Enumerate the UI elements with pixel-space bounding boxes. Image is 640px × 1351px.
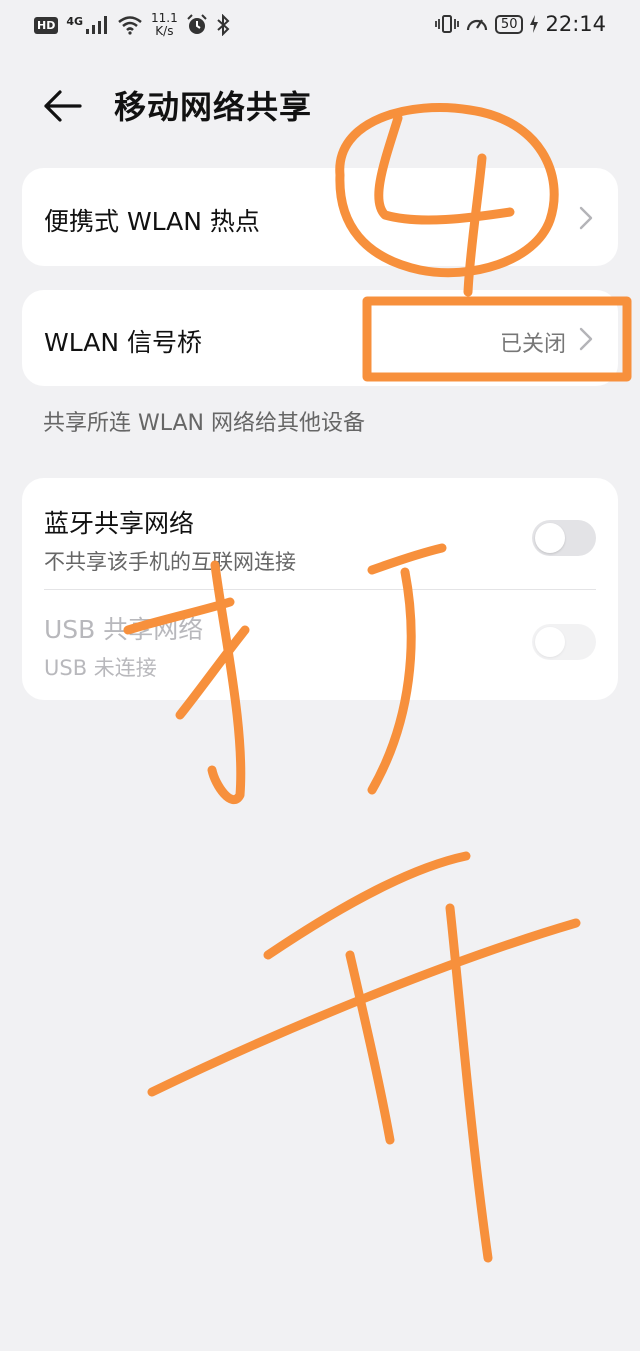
hotspot-row[interactable]: 便携式 WLAN 热点 <box>22 168 618 266</box>
bluetooth-icon <box>217 14 230 36</box>
wlan-bridge-status: 已关闭 <box>499 332 566 357</box>
hotspot-label: 便携式 WLAN 热点 <box>44 207 260 236</box>
wifi-icon <box>118 16 142 35</box>
wlan-bridge-label: WLAN 信号桥 <box>44 328 202 357</box>
usb-share-sublabel: USB 未连接 <box>44 656 157 680</box>
chevron-right-icon <box>579 206 593 230</box>
signal-icon <box>86 16 108 34</box>
bluetooth-share-toggle[interactable] <box>532 520 596 556</box>
network-type: 4G <box>66 14 84 28</box>
bluetooth-share-sublabel: 不共享该手机的互联网连接 <box>44 550 296 574</box>
hd-badge: HD <box>34 16 59 34</box>
usb-share-label: USB 共享网络 <box>44 615 204 644</box>
battery-icon: 50 <box>494 14 524 34</box>
toggle-knob <box>535 627 565 657</box>
vibrate-icon <box>435 15 459 33</box>
back-arrow-icon[interactable] <box>40 84 84 128</box>
wlan-bridge-row[interactable]: WLAN 信号桥 已关闭 <box>22 290 618 386</box>
status-right: 50 22:14 <box>435 12 606 36</box>
clock: 22:14 <box>545 12 606 36</box>
header: 移动网络共享 <box>0 74 640 138</box>
divider <box>44 589 596 590</box>
toggle-knob <box>535 523 565 553</box>
sharing-card: 蓝牙共享网络 不共享该手机的互联网连接 USB 共享网络 USB 未连接 <box>22 478 618 700</box>
annotation-char-kai <box>147 851 581 1263</box>
charging-icon <box>530 15 539 33</box>
speed-unit: K/s <box>155 24 174 38</box>
alarm-icon <box>187 14 207 34</box>
page-title: 移动网络共享 <box>114 88 313 126</box>
bluetooth-share-label: 蓝牙共享网络 <box>44 509 195 538</box>
wlan-bridge-description: 共享所连 WLAN 网络给其他设备 <box>43 411 366 436</box>
status-left: HD 4G 11.1 K/s <box>34 12 230 38</box>
network-speed: 11.1 K/s <box>151 12 178 38</box>
status-bar: HD 4G 11.1 K/s 50 22:14 <box>0 0 640 56</box>
chevron-right-icon <box>579 327 593 351</box>
speedometer-icon <box>466 19 488 31</box>
usb-share-toggle[interactable] <box>532 624 596 660</box>
